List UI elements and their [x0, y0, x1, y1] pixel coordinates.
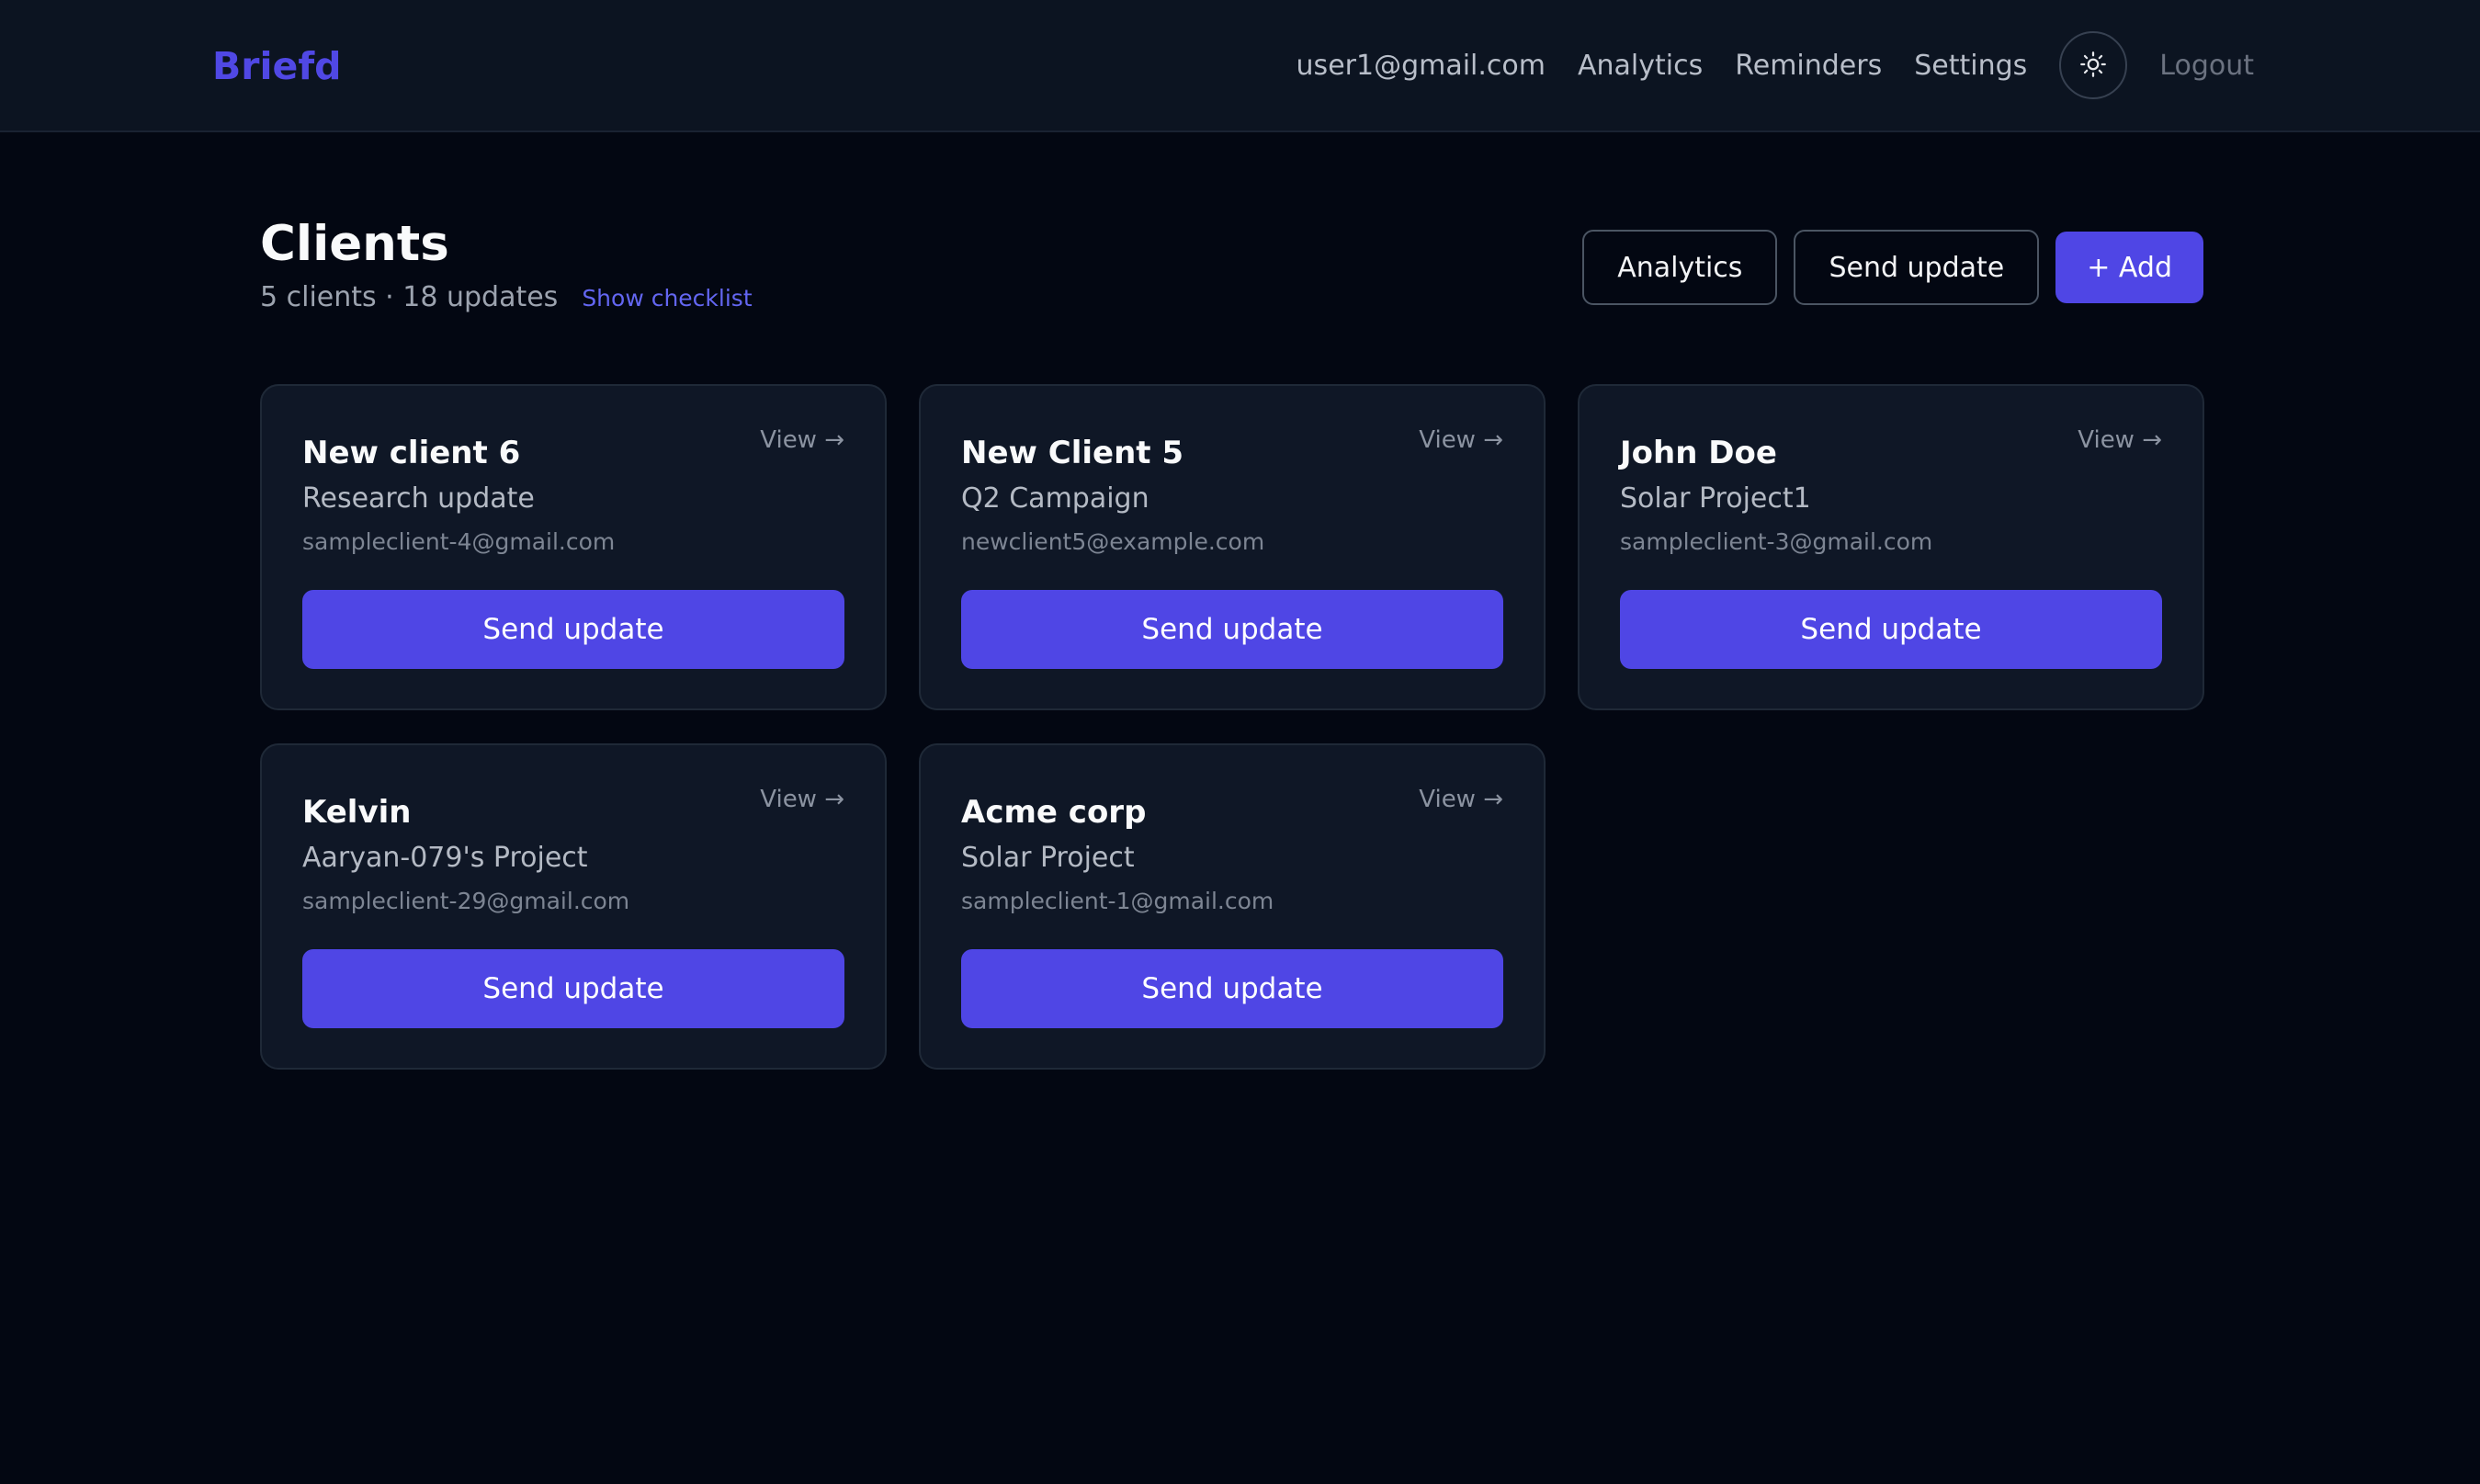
client-name: Kelvin [302, 794, 412, 831]
show-checklist-link[interactable]: Show checklist [582, 285, 752, 312]
analytics-button[interactable]: Analytics [1582, 230, 1778, 305]
client-project: Q2 Campaign [961, 482, 1149, 515]
page-header: Clients 5 clients · 18 updates Show chec… [260, 211, 753, 313]
client-project: Aaryan-079's Project [302, 842, 588, 874]
client-card: New Client 5 View → Q2 Campaign newclien… [919, 384, 1546, 710]
page-title: Clients [260, 216, 449, 272]
client-project: Solar Project [961, 842, 1135, 874]
client-name: New client 6 [302, 435, 521, 471]
view-client-link[interactable]: View → [2078, 426, 2162, 454]
client-card: New client 6 View → Research update samp… [260, 384, 887, 710]
client-card: Acme corp View → Solar Project samplecli… [919, 743, 1546, 1070]
page-subtitle: 5 clients · 18 updates Show checklist [260, 281, 753, 313]
send-update-button[interactable]: Send update [1794, 230, 2040, 305]
client-email: sampleclient-29@gmail.com [302, 888, 630, 914]
card-send-update-button[interactable]: Send update [1620, 590, 2162, 669]
nav-links: user1@gmail.com Analytics Reminders Sett… [1297, 31, 2254, 99]
card-send-update-button[interactable]: Send update [302, 949, 844, 1028]
client-email: sampleclient-1@gmail.com [961, 888, 1274, 914]
top-navbar: Briefd user1@gmail.com Analytics Reminde… [0, 0, 2480, 132]
view-client-link[interactable]: View → [1419, 786, 1503, 813]
brand-logo[interactable]: Briefd [212, 40, 342, 92]
client-card: John Doe View → Solar Project1 samplecli… [1578, 384, 2204, 710]
card-send-update-button[interactable]: Send update [302, 590, 844, 669]
header-actions: Analytics Send update + Add [1582, 230, 2203, 305]
client-card: Kelvin View → Aaryan-079's Project sampl… [260, 743, 887, 1070]
client-name: John Doe [1620, 435, 1777, 471]
add-client-button[interactable]: + Add [2055, 232, 2203, 303]
client-email: sampleclient-3@gmail.com [1620, 528, 1933, 555]
client-project: Solar Project1 [1620, 482, 1811, 515]
theme-toggle-button[interactable] [2059, 31, 2128, 99]
card-send-update-button[interactable]: Send update [961, 949, 1503, 1028]
client-cards-grid: New client 6 View → Research update samp… [260, 384, 2204, 1070]
card-send-update-button[interactable]: Send update [961, 590, 1503, 669]
client-name: New Client 5 [961, 435, 1184, 471]
nav-link-analytics[interactable]: Analytics [1578, 50, 1703, 82]
sun-icon [2079, 51, 2107, 81]
client-email: newclient5@example.com [961, 528, 1265, 555]
client-email: sampleclient-4@gmail.com [302, 528, 616, 555]
client-name: Acme corp [961, 794, 1147, 831]
view-client-link[interactable]: View → [760, 786, 844, 813]
logout-link[interactable]: Logout [2159, 50, 2254, 82]
client-update-counts: 5 clients · 18 updates [260, 281, 559, 313]
user-email[interactable]: user1@gmail.com [1297, 50, 1546, 82]
view-client-link[interactable]: View → [760, 426, 844, 454]
nav-link-reminders[interactable]: Reminders [1735, 50, 1882, 82]
nav-link-settings[interactable]: Settings [1914, 50, 2027, 82]
client-project: Research update [302, 482, 535, 515]
view-client-link[interactable]: View → [1419, 426, 1503, 454]
